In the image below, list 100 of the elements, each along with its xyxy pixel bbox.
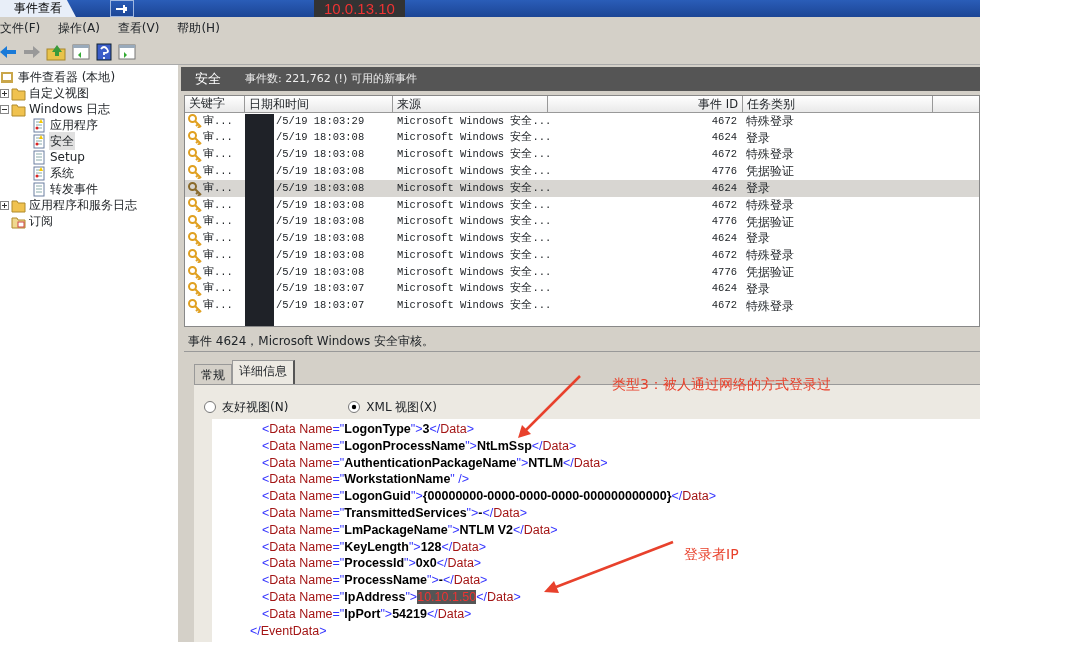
folder-icon [11, 197, 26, 213]
table-cell-text: 审... [203, 298, 233, 314]
tree-item[interactable]: 安全 [49, 132, 75, 150]
column-header[interactable]: 任务类别 [743, 96, 933, 112]
table-row[interactable]: 审... /5/19 18:03:08 Microsoft Windows 安全... 4672 特殊登录 [185, 197, 979, 214]
table-cell-text: /5/19 18:03:08 [275, 147, 366, 163]
key-icon [188, 248, 202, 263]
table-row[interactable]: 审... /5/19 18:03:08 Microsoft Windows 安全... 4624 登录 [185, 180, 979, 197]
table-cell-text: 4672 [710, 113, 738, 129]
radio-button[interactable] [204, 401, 216, 413]
table-cell-text: 审... [203, 180, 233, 196]
annotation-text: 登录者IP [684, 545, 739, 564]
table-cell-text: /5/19 18:03:08 [275, 130, 366, 146]
table-cell-text: 4776 [710, 214, 738, 230]
radio-label[interactable]: XML 视图(X) [366, 398, 437, 416]
table-cell-text: 4672 [710, 247, 738, 263]
table-cell-text: 审... [203, 113, 233, 129]
tree-item[interactable]: 订阅 [28, 212, 54, 230]
radio-button[interactable] [348, 401, 361, 413]
tab[interactable]: 常规 [194, 364, 232, 384]
folder-icon [11, 85, 26, 101]
tree-item[interactable]: 系统 [49, 164, 75, 182]
pane-icon[interactable] [72, 43, 90, 60]
radio-label[interactable]: 友好视图(N) [222, 398, 289, 416]
key-icon [188, 114, 202, 129]
key-icon [188, 231, 202, 246]
tree-item[interactable]: Setup [49, 148, 86, 166]
table-cell-text: Microsoft Windows 安全... [396, 197, 548, 213]
tree-item[interactable]: 应用程序 [49, 116, 99, 134]
table-cell: 审... [203, 147, 233, 163]
table-cell-text: Microsoft Windows 安全... [396, 113, 548, 129]
xml-line: <Data Name="LogonProcessName">NtLmSsp</Data> [262, 437, 577, 455]
table-cell-text: 特殊登录 [745, 247, 795, 265]
table-cell-text: 登录 [745, 230, 771, 248]
table-cell-text: 审... [203, 197, 233, 213]
table-row[interactable]: 审... /5/19 18:03:08 Microsoft Windows 安全... 4624 登录 [185, 129, 979, 147]
menu-item[interactable]: 操作(A) [58, 19, 100, 37]
table-cell-text: /5/19 18:03:08 [275, 231, 366, 247]
xml-line: <Data Name="KeyLength">128</Data> [262, 538, 486, 556]
pin-icon[interactable] [115, 3, 129, 14]
xml-line: <Data Name="LogonGuid">{00000000-0000-0000-0000-000000000000}</Data> [262, 488, 717, 505]
table-row[interactable]: 审... /5/19 18:03:08 Microsoft Windows 安全... 4776 凭据验证 [185, 163, 979, 181]
key-icon [188, 148, 202, 162]
table-cell-text: 4776 [710, 163, 738, 179]
table-row[interactable]: 审... /5/19 18:03:29 Microsoft Windows 安全... 4672 特殊登录 [185, 113, 979, 130]
key-icon [188, 265, 202, 280]
pane-icon[interactable] [118, 43, 136, 60]
column-header[interactable]: 日期和时间 [245, 96, 393, 112]
xml-line: </EventData> [250, 622, 327, 640]
table-cell-text: 凭据验证 [745, 163, 795, 181]
table-row[interactable]: 审... /5/19 18:03:08 Microsoft Windows 安全... 4624 登录 [185, 230, 979, 248]
table-cell-text: 审... [203, 130, 233, 146]
column-header[interactable]: 事件 ID [548, 96, 743, 112]
table-cell-text: 4672 [710, 197, 738, 213]
menu-item[interactable]: 帮助(H) [177, 19, 220, 37]
annotation-text: 类型3：被人通过网络的方式登录过 [612, 375, 831, 394]
expand-icon[interactable] [0, 200, 9, 210]
table-cell-text: 4624 [710, 180, 738, 196]
table-cell-text: 4776 [710, 264, 738, 280]
table-cell-text: 特殊登录 [745, 297, 795, 315]
table-row[interactable]: 审... /5/19 18:03:08 Microsoft Windows 安全... 4672 特殊登录 [185, 247, 979, 265]
table-cell-text: 4672 [710, 147, 738, 163]
table-row[interactable]: 审... /5/19 18:03:08 Microsoft Windows 安全... 4672 特殊登录 [185, 146, 979, 164]
log-title: 安全 [195, 70, 221, 89]
xml-line: <Data Name="ProcessName">-</Data> [262, 572, 488, 589]
tree-item[interactable]: Windows 日志 [28, 100, 112, 118]
table-row[interactable]: 审... /5/19 18:03:08 Microsoft Windows 安全... 4776 凭据验证 [185, 213, 979, 231]
table-cell-text: 审... [203, 281, 233, 297]
xml-line: <Data Name="ProcessId">0x0</Data> [262, 555, 482, 573]
tree-item[interactable]: 转发事件 [49, 180, 99, 198]
xml-line: <Data Name="LmPackageName">NTLM V2</Data> [262, 521, 558, 539]
window-tab[interactable]: 事件查看 [0, 0, 76, 17]
menu-item[interactable]: 文件(F) [0, 19, 41, 37]
table-cell: 审... [203, 231, 233, 247]
table-cell-text: Microsoft Windows 安全... [396, 163, 548, 179]
host-address: 10.0.13.10 [314, 0, 405, 17]
column-header[interactable]: 关键字 [185, 96, 245, 112]
tree-item[interactable]: 应用程序和服务日志 [28, 196, 138, 214]
table-row[interactable]: 审... /5/19 18:03:08 Microsoft Windows 安全... 4776 凭据验证 [185, 264, 979, 281]
table-row[interactable]: 审... /5/19 18:03:07 Microsoft Windows 安全... 4672 特殊登录 [185, 297, 979, 315]
column-header[interactable]: 来源 [393, 96, 548, 112]
tab[interactable]: 详细信息 [232, 360, 295, 384]
table-row[interactable]: 审... /5/19 18:03:07 Microsoft Windows 安全... 4624 登录 [185, 280, 979, 298]
table-cell-text: Microsoft Windows 安全... [396, 231, 548, 247]
help-icon[interactable] [96, 42, 112, 61]
table-cell-text: 特殊登录 [745, 196, 795, 214]
table-cell-text: 4624 [710, 130, 738, 146]
table-cell-text: 特殊登录 [745, 112, 795, 130]
back-icon[interactable] [0, 44, 16, 59]
table-cell-text: 特殊登录 [745, 146, 795, 164]
xml-line: <Data Name="TransmittedServices">-</Data> [262, 505, 527, 522]
xml-line: <Data Name="IpPort">54219</Data> [262, 605, 472, 623]
expand-icon[interactable] [0, 88, 9, 98]
tree-item[interactable]: 自定义视图 [28, 84, 90, 102]
table-cell-text: /5/19 18:03:07 [275, 281, 366, 297]
table-cell-text: /5/19 18:03:07 [275, 298, 366, 314]
collapse-icon[interactable] [0, 104, 9, 114]
key-icon [188, 181, 202, 196]
tree-item[interactable]: 事件查看器 (本地) [17, 68, 117, 86]
menu-item[interactable]: 查看(V) [117, 19, 160, 37]
